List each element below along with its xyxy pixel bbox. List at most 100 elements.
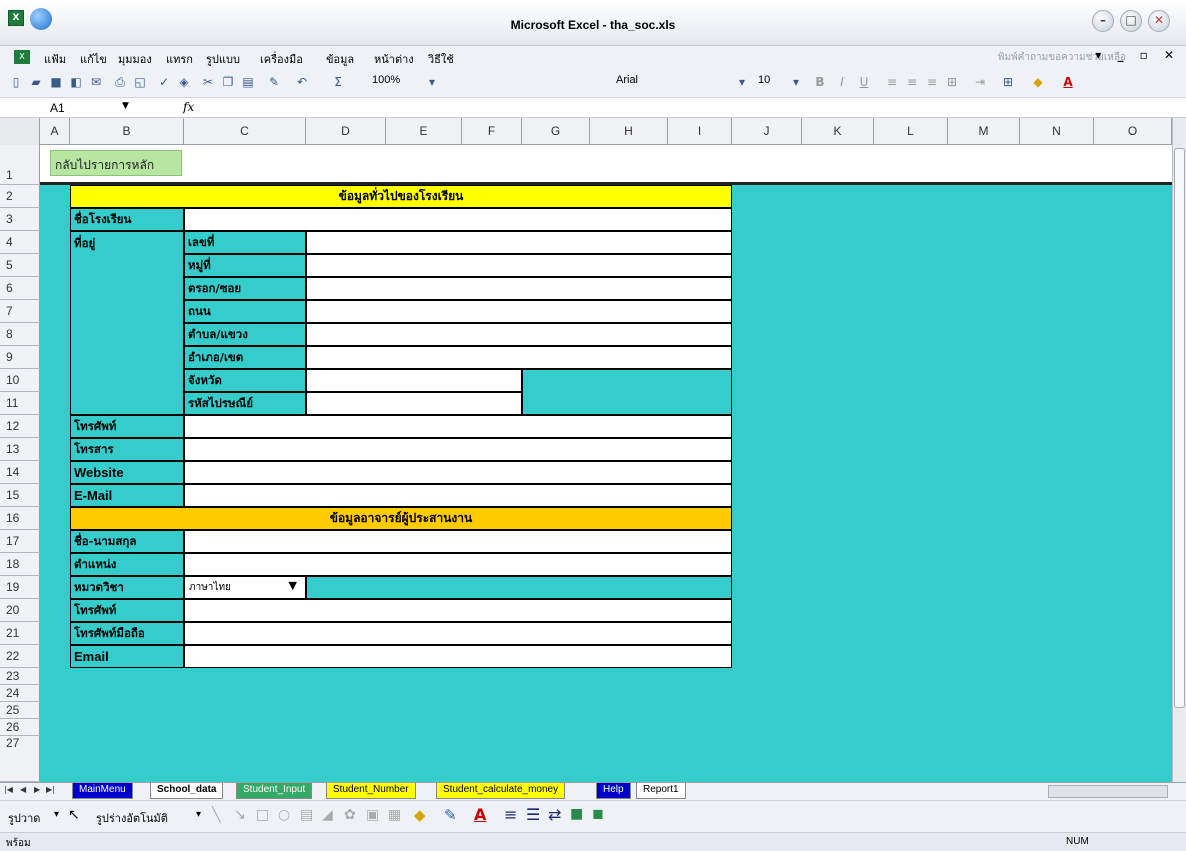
addr-soi-input[interactable] [306,277,732,300]
fill-color-icon[interactable]: ◆ [1030,74,1046,90]
row-header[interactable]: 1 [0,145,40,185]
addr-road-input[interactable] [306,300,732,323]
row-header[interactable]: 8 [0,323,40,346]
fill-color-icon[interactable]: ◆ [414,806,426,824]
column-header[interactable]: I [668,118,732,145]
wordart-icon[interactable]: ◢ [322,807,333,823]
column-header[interactable]: D [306,118,386,145]
row-header[interactable]: 15 [0,484,40,507]
font-color-icon[interactable]: A [474,805,486,824]
column-header[interactable]: G [522,118,590,145]
chevron-down-icon[interactable]: ▼ [289,579,297,592]
zoom-dropdown-icon[interactable]: ▾ [424,74,440,90]
align-center-icon[interactable]: ≡ [904,74,920,90]
print-icon[interactable]: ⎙ [112,74,128,90]
open-icon[interactable]: ▰ [28,74,44,90]
oval-icon[interactable]: ○ [278,807,290,823]
save-icon[interactable]: ■ [48,74,64,90]
row-header[interactable]: 25 [0,702,40,719]
mobile-input[interactable] [184,622,732,645]
permission-icon[interactable]: ◧ [68,74,84,90]
teacher-phone-input[interactable] [184,599,732,622]
row-header[interactable]: 9 [0,346,40,369]
arrow-style-icon[interactable]: ⇄ [548,805,561,824]
indent-icon[interactable]: ⇥ [972,74,988,90]
menu-insert[interactable]: แทรก [166,50,193,68]
column-header[interactable]: N [1020,118,1094,145]
clipart-icon[interactable]: ▣ [366,807,379,823]
print-preview-icon[interactable]: ◱ [132,74,148,90]
merge-center-icon[interactable]: ⊞ [944,74,960,90]
back-to-main-menu-button[interactable]: กลับไปรายการหลัก [50,150,182,176]
new-icon[interactable]: ▯ [8,74,24,90]
row-header[interactable]: 17 [0,530,40,553]
line-icon[interactable]: ╲ [212,807,220,823]
fx-icon[interactable]: fx [183,100,194,114]
undo-icon[interactable]: ↶ [294,74,310,90]
cut-icon[interactable]: ✂ [200,74,216,90]
addr-postcode-input[interactable] [306,392,522,415]
fax-input[interactable] [184,438,732,461]
row-header[interactable]: 10 [0,369,40,392]
align-left-icon[interactable]: ≡ [884,74,900,90]
font-size-select[interactable]: 10 [754,73,784,91]
worksheet-grid[interactable]: กลับไปรายการหลัก ข้อมูลทั่วไปของโรงเรียน… [40,145,1172,782]
row-header[interactable]: 22 [0,645,40,668]
sheet-tab-student-number[interactable]: Student_Number [326,783,416,799]
website-input[interactable] [184,461,732,484]
close-button[interactable]: ✕ [1148,10,1170,32]
picture-icon[interactable]: ▦ [388,807,401,823]
draw-menu-button[interactable]: รูปวาด [8,809,40,827]
column-header[interactable]: M [948,118,1020,145]
select-all-button[interactable] [0,118,40,145]
dash-style-icon[interactable]: ☰ [526,805,540,824]
row-header[interactable]: 6 [0,277,40,300]
sheet-tab-mainmenu[interactable]: MainMenu [72,783,133,799]
menu-tools[interactable]: เครื่องมือ [260,50,303,68]
shadow-icon[interactable]: ■ [570,806,583,822]
column-header[interactable]: J [732,118,802,145]
addr-amphoe-input[interactable] [306,346,732,369]
column-header[interactable]: O [1094,118,1172,145]
sheet-tab-school-data[interactable]: School_data [150,783,224,799]
workbook-window-controls[interactable]: ▾ _ ▫ ✕ [1095,48,1180,62]
font-color-icon[interactable]: A [1060,74,1076,90]
sheet-tab-student-calculate-money[interactable]: Student_calculate_money [436,783,566,799]
column-header[interactable]: H [590,118,668,145]
menu-view[interactable]: มุมมอง [118,50,152,68]
column-header[interactable]: C [184,118,306,145]
sheet-tab-help[interactable]: Help [596,783,631,799]
row-header[interactable]: 12 [0,415,40,438]
chevron-down-icon[interactable]: ▼ [122,101,129,111]
column-header[interactable]: E [386,118,462,145]
column-header[interactable]: B [70,118,184,145]
font-size-dropdown-icon[interactable]: ▾ [788,74,804,90]
name-box[interactable]: A1 [50,101,65,115]
sheet-tab-report1[interactable]: Report1 [636,783,686,799]
italic-icon[interactable]: I [834,74,850,90]
format-painter-icon[interactable]: ✎ [266,74,282,90]
email-icon[interactable]: ✉ [88,74,104,90]
row-header[interactable]: 23 [0,668,40,685]
row-header[interactable]: 7 [0,300,40,323]
row-header[interactable]: 3 [0,208,40,231]
autosum-icon[interactable]: Σ [330,74,346,90]
subject-dropdown[interactable]: ภาษาไทย ▼ [184,576,306,599]
copy-icon[interactable]: ❐ [220,74,236,90]
row-header[interactable]: 4 [0,231,40,254]
font-name-select[interactable]: Arial [612,73,732,91]
row-header[interactable]: 13 [0,438,40,461]
vertical-scrollbar[interactable] [1172,118,1186,782]
row-header[interactable]: 18 [0,553,40,576]
horizontal-scrollbar[interactable] [1048,785,1168,798]
first-sheet-icon[interactable]: |◀ [4,785,13,794]
minimize-button[interactable]: – [1092,10,1114,32]
next-sheet-icon[interactable]: ▶ [34,785,40,794]
textbox-icon[interactable]: ▤ [300,807,313,823]
line-style-icon[interactable]: ≡ [504,805,517,824]
addr-moo-input[interactable] [306,254,732,277]
font-name-dropdown-icon[interactable]: ▾ [734,74,750,90]
last-sheet-icon[interactable]: ▶| [46,785,55,794]
research-icon[interactable]: ◈ [176,74,192,90]
row-header[interactable]: 16 [0,507,40,530]
